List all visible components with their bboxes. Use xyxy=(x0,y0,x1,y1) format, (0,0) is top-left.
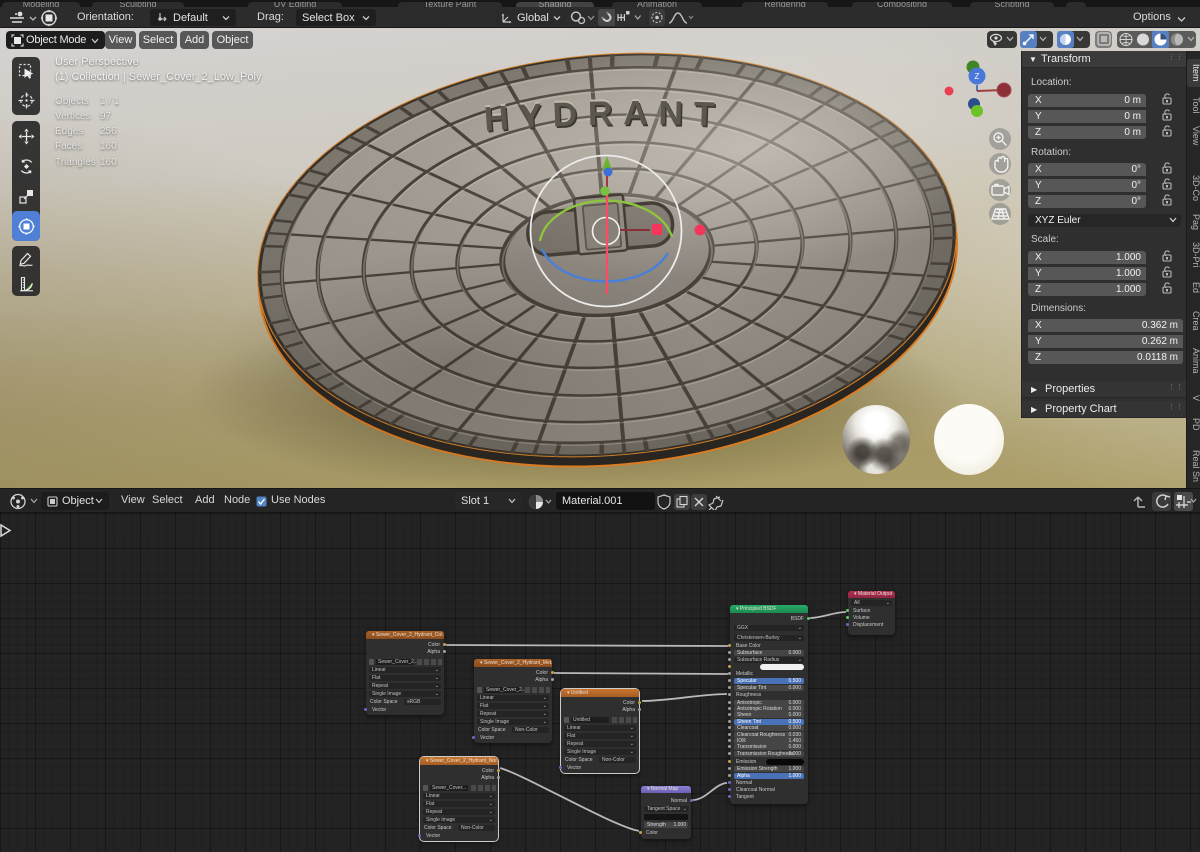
svg-text:Z: Z xyxy=(975,72,980,81)
